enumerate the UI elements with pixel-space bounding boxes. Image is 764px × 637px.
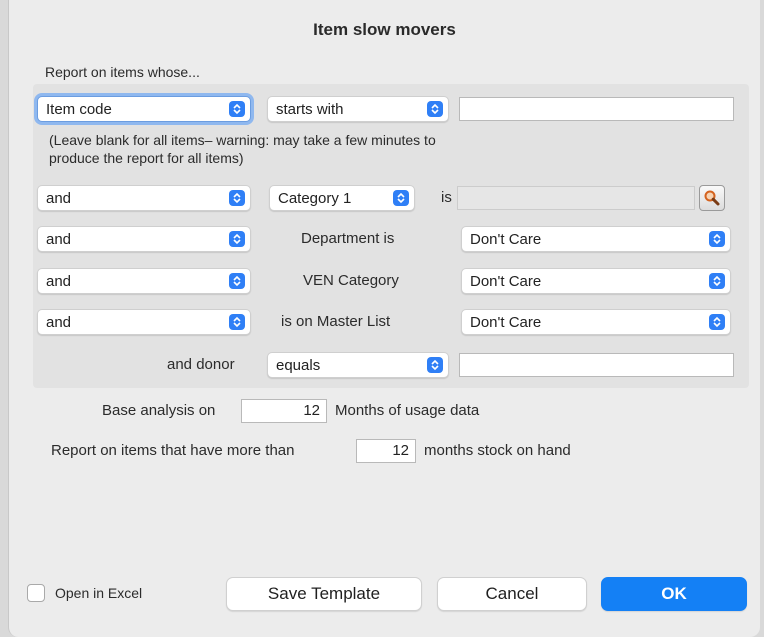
chevron-updown-icon bbox=[229, 231, 245, 247]
hint-line-2: produce the report for all items) bbox=[49, 150, 244, 166]
category-select[interactable]: Category 1 bbox=[269, 185, 415, 211]
conjunction-select-2[interactable]: and bbox=[37, 185, 251, 211]
conjunction-value: and bbox=[46, 189, 72, 207]
chevron-updown-icon bbox=[229, 190, 245, 206]
ok-button[interactable]: OK bbox=[601, 577, 747, 611]
base-analysis-label: Base analysis on bbox=[102, 402, 216, 419]
is-label: is bbox=[441, 189, 452, 206]
conjunction-select-3[interactable]: and bbox=[37, 226, 251, 252]
save-template-button[interactable]: Save Template bbox=[226, 577, 422, 611]
item-code-value-input[interactable] bbox=[459, 97, 734, 121]
department-select-value: Don't Care bbox=[470, 230, 542, 248]
donor-operator-value: equals bbox=[276, 356, 321, 374]
ven-category-select[interactable]: Don't Care bbox=[461, 268, 731, 294]
conjunction-value: and bbox=[46, 230, 72, 248]
cancel-button[interactable]: Cancel bbox=[437, 577, 587, 611]
conjunction-value: and bbox=[46, 272, 72, 290]
item-slow-movers-dialog: Item slow movers Report on items whose..… bbox=[8, 0, 760, 637]
usage-months-input[interactable]: 12 bbox=[241, 399, 327, 423]
item-field-select[interactable]: Item code bbox=[37, 96, 251, 122]
chevron-updown-icon bbox=[229, 273, 245, 289]
magnifier-icon bbox=[704, 190, 720, 206]
ven-category-select-value: Don't Care bbox=[470, 272, 542, 290]
stock-months-suffix: months stock on hand bbox=[424, 442, 571, 459]
master-list-select-value: Don't Care bbox=[470, 313, 542, 331]
chevron-updown-icon bbox=[427, 357, 443, 373]
master-list-select[interactable]: Don't Care bbox=[461, 309, 731, 335]
department-label: Department is bbox=[301, 230, 395, 247]
chevron-updown-icon bbox=[229, 101, 245, 117]
conjunction-value: and bbox=[46, 313, 72, 331]
chevron-updown-icon bbox=[393, 190, 409, 206]
chevron-updown-icon bbox=[709, 314, 725, 330]
category-value-field bbox=[457, 186, 695, 210]
usage-months-suffix: Months of usage data bbox=[335, 402, 480, 419]
stock-threshold-label: Report on items that have more than bbox=[51, 442, 295, 459]
conjunction-select-5[interactable]: and bbox=[37, 309, 251, 335]
chevron-updown-icon bbox=[709, 231, 725, 247]
intro-label: Report on items whose... bbox=[45, 64, 200, 80]
donor-operator-select[interactable]: equals bbox=[267, 352, 449, 378]
operator-select-value: starts with bbox=[276, 100, 344, 118]
dialog-title: Item slow movers bbox=[313, 20, 456, 39]
open-in-excel-label[interactable]: Open in Excel bbox=[55, 585, 142, 601]
chevron-updown-icon bbox=[709, 273, 725, 289]
ven-category-label: VEN Category bbox=[303, 272, 399, 289]
hint-line-1: (Leave blank for all items– warning: may… bbox=[49, 132, 436, 148]
category-select-value: Category 1 bbox=[278, 189, 352, 207]
stock-months-input[interactable]: 12 bbox=[356, 439, 416, 463]
donor-value-input[interactable] bbox=[459, 353, 734, 377]
chevron-updown-icon bbox=[229, 314, 245, 330]
donor-label: and donor bbox=[167, 356, 235, 373]
operator-select[interactable]: starts with bbox=[267, 96, 449, 122]
open-in-excel-checkbox[interactable] bbox=[27, 584, 45, 602]
category-search-button[interactable] bbox=[699, 185, 725, 211]
chevron-updown-icon bbox=[427, 101, 443, 117]
conjunction-select-4[interactable]: and bbox=[37, 268, 251, 294]
master-list-label: is on Master List bbox=[281, 313, 391, 330]
department-select[interactable]: Don't Care bbox=[461, 226, 731, 252]
item-field-select-value: Item code bbox=[46, 100, 112, 118]
